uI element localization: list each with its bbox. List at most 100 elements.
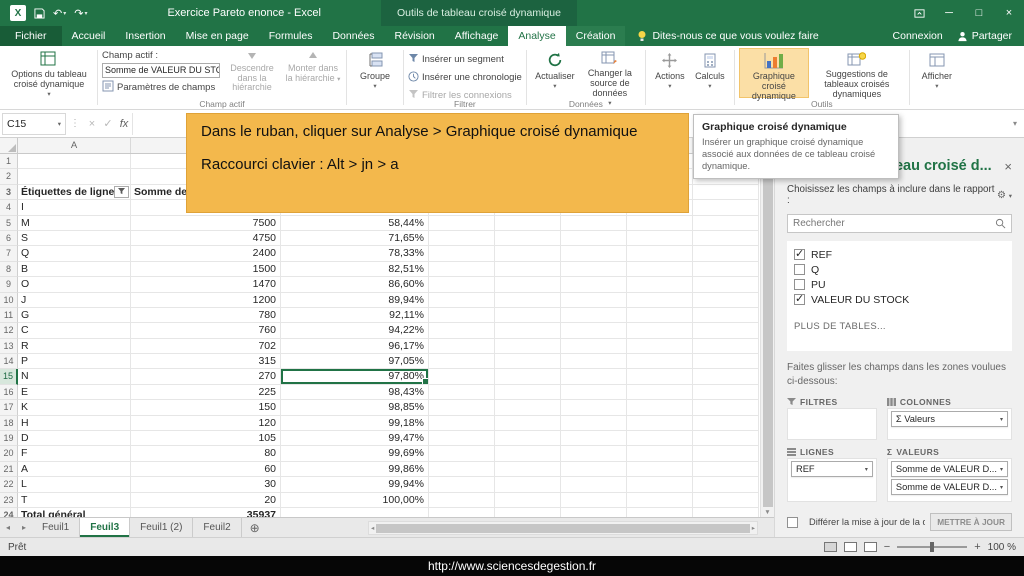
cell-B24[interactable]: 35937: [131, 508, 281, 517]
row-header-17[interactable]: 17: [0, 400, 18, 415]
cancel-icon[interactable]: ×: [84, 118, 100, 130]
field-chip[interactable]: Somme de VALEUR D...▾: [891, 461, 1008, 477]
grid-cell[interactable]: [495, 231, 561, 246]
cell-A9[interactable]: O: [18, 277, 131, 292]
cell-B7[interactable]: 2400: [131, 246, 281, 261]
cell-B13[interactable]: 702: [131, 339, 281, 354]
row-header-14[interactable]: 14: [0, 354, 18, 369]
recommended-pivottables-button[interactable]: Suggestions de tableaux croisés dynamiqu…: [809, 48, 905, 98]
insert-timeline-button[interactable]: Insérer une chronologie: [408, 70, 522, 85]
grid-cell[interactable]: [495, 416, 561, 431]
grid-cell[interactable]: [627, 246, 693, 261]
cell-A10[interactable]: J: [18, 293, 131, 308]
cell-A16[interactable]: E: [18, 385, 131, 400]
cell-B9[interactable]: 1470: [131, 277, 281, 292]
tools-dropdown[interactable]: ⚙ ▾: [997, 190, 1012, 201]
grid-cell[interactable]: [627, 354, 693, 369]
insert-slicer-button[interactable]: Insérer un segment: [408, 52, 522, 67]
grid-cell[interactable]: [561, 477, 627, 492]
cell-C9[interactable]: 86,60%: [281, 277, 429, 292]
grid-cell[interactable]: [693, 462, 759, 477]
grid-cell[interactable]: [627, 339, 693, 354]
grid-cell[interactable]: [693, 323, 759, 338]
row-header-20[interactable]: 20: [0, 446, 18, 461]
field-settings-button[interactable]: Paramètres de champs: [102, 80, 220, 95]
grid-cell[interactable]: [561, 262, 627, 277]
change-data-source-button[interactable]: Changer la source de données▾: [579, 48, 641, 98]
grid-cell[interactable]: [561, 446, 627, 461]
cell-B22[interactable]: 30: [131, 477, 281, 492]
grid-cell[interactable]: [495, 323, 561, 338]
zoom-in-button[interactable]: +: [974, 541, 980, 553]
zoom-slider[interactable]: [897, 546, 967, 548]
show-button[interactable]: Afficher▾: [914, 48, 960, 98]
field-checkbox[interactable]: [794, 279, 805, 290]
row-header-22[interactable]: 22: [0, 477, 18, 492]
row-header-5[interactable]: 5: [0, 216, 18, 231]
tab-données[interactable]: Données: [322, 26, 384, 46]
cell-A17[interactable]: K: [18, 400, 131, 415]
field-chip[interactable]: Somme de VALEUR D...▾: [891, 479, 1008, 495]
pivotchart-button[interactable]: Graphique croisé dynamique: [739, 48, 809, 98]
cell-A6[interactable]: S: [18, 231, 131, 246]
row-header-7[interactable]: 7: [0, 246, 18, 261]
grid-cell[interactable]: [627, 508, 693, 517]
cell-A7[interactable]: Q: [18, 246, 131, 261]
grid-cell[interactable]: [561, 462, 627, 477]
grid-cell[interactable]: [561, 354, 627, 369]
undo-button[interactable]: ↶▾: [53, 7, 66, 20]
grid-cell[interactable]: [561, 339, 627, 354]
vertical-scroll-thumb[interactable]: [763, 148, 773, 507]
grid-cell[interactable]: [495, 508, 561, 517]
more-tables-link[interactable]: PLUS DE TABLES...: [794, 321, 1005, 332]
grid-cell[interactable]: [693, 369, 759, 384]
grid-cell[interactable]: [561, 308, 627, 323]
grid-cell[interactable]: [495, 216, 561, 231]
grid-cell[interactable]: [429, 339, 495, 354]
row-header-3[interactable]: 3: [0, 185, 18, 200]
grid-cell[interactable]: [495, 308, 561, 323]
grid-cell[interactable]: [693, 231, 759, 246]
cell-C24[interactable]: [281, 508, 429, 517]
cell-C23[interactable]: 100,00%: [281, 493, 429, 508]
cell-B10[interactable]: 1200: [131, 293, 281, 308]
grid-cell[interactable]: [429, 385, 495, 400]
save-button[interactable]: [34, 8, 45, 19]
cell-B14[interactable]: 315: [131, 354, 281, 369]
field-item-pu[interactable]: PU: [794, 277, 1005, 292]
field-checkbox[interactable]: [794, 294, 805, 305]
share-button[interactable]: Partager: [957, 30, 1012, 42]
grid-cell[interactable]: [627, 416, 693, 431]
grid-cell[interactable]: [495, 493, 561, 508]
grid-cell[interactable]: [429, 293, 495, 308]
row-header-6[interactable]: 6: [0, 231, 18, 246]
grid-cell[interactable]: [495, 385, 561, 400]
cell-A8[interactable]: B: [18, 262, 131, 277]
grid-cell[interactable]: [627, 446, 693, 461]
grid-cell[interactable]: [429, 446, 495, 461]
tell-me-box[interactable]: Dites-nous ce que vous voulez faire: [625, 26, 830, 46]
row-header-2[interactable]: 2: [0, 169, 18, 184]
sheet-tab-Feuil3[interactable]: Feuil3: [80, 518, 130, 537]
grid-cell[interactable]: [693, 246, 759, 261]
grid-cell[interactable]: [429, 431, 495, 446]
cell-C10[interactable]: 89,94%: [281, 293, 429, 308]
grid-cell[interactable]: [693, 508, 759, 517]
ribbon-display-options-icon[interactable]: [904, 0, 934, 26]
field-item-ref[interactable]: REF: [794, 247, 1005, 262]
grid-cell[interactable]: [495, 339, 561, 354]
grid-cell[interactable]: [561, 416, 627, 431]
cell-C12[interactable]: 94,22%: [281, 323, 429, 338]
grid-cell[interactable]: [627, 216, 693, 231]
formula-bar-expand-icon[interactable]: ▾: [1006, 119, 1024, 128]
grid-cell[interactable]: [561, 400, 627, 415]
cell-C20[interactable]: 99,69%: [281, 446, 429, 461]
field-chip[interactable]: REF▾: [791, 461, 873, 477]
cell-A22[interactable]: L: [18, 477, 131, 492]
grid-cell[interactable]: [693, 477, 759, 492]
cell-A13[interactable]: R: [18, 339, 131, 354]
cell-C21[interactable]: 99,86%: [281, 462, 429, 477]
row-header-23[interactable]: 23: [0, 493, 18, 508]
cell-C19[interactable]: 99,47%: [281, 431, 429, 446]
drill-down-button[interactable]: Descendre dans la hiérarchie: [223, 48, 281, 95]
